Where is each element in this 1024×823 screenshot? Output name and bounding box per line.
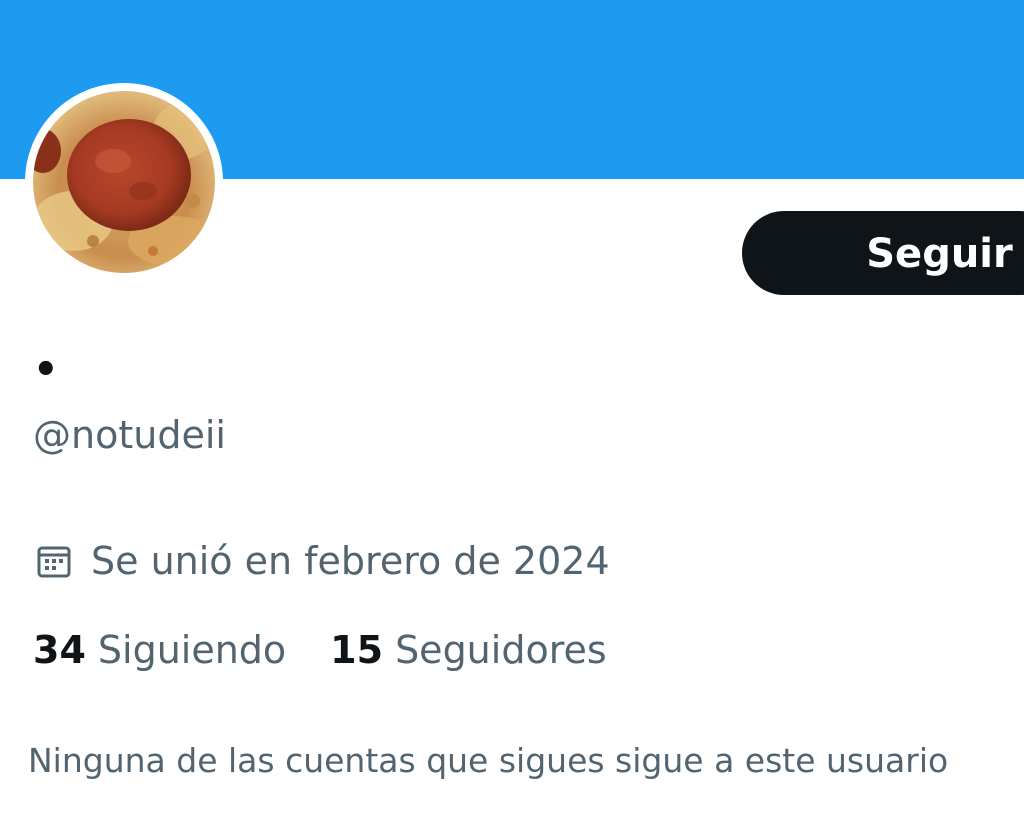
followers-label: Seguidores bbox=[395, 628, 607, 672]
follow-stats: 34 Siguiendo 15 Seguidores bbox=[33, 624, 607, 676]
following-link[interactable]: 34 Siguiendo bbox=[33, 624, 286, 676]
join-date: Se unió en febrero de 2024 bbox=[36, 535, 610, 587]
display-name: • bbox=[33, 347, 59, 393]
following-count: 34 bbox=[33, 628, 86, 672]
mutuals-note: Ninguna de las cuentas que sigues sigue … bbox=[28, 741, 949, 780]
followers-count: 15 bbox=[330, 628, 384, 672]
join-date-text: Se unió en febrero de 2024 bbox=[91, 539, 610, 583]
avatar-image bbox=[33, 91, 215, 273]
calendar-icon bbox=[37, 546, 71, 578]
follow-button[interactable]: Seguir bbox=[742, 211, 1024, 295]
following-label: Siguiendo bbox=[97, 628, 287, 672]
followers-link[interactable]: 15 Seguidores bbox=[330, 624, 607, 676]
user-handle: @notudeii bbox=[33, 413, 226, 457]
avatar[interactable] bbox=[25, 83, 223, 281]
